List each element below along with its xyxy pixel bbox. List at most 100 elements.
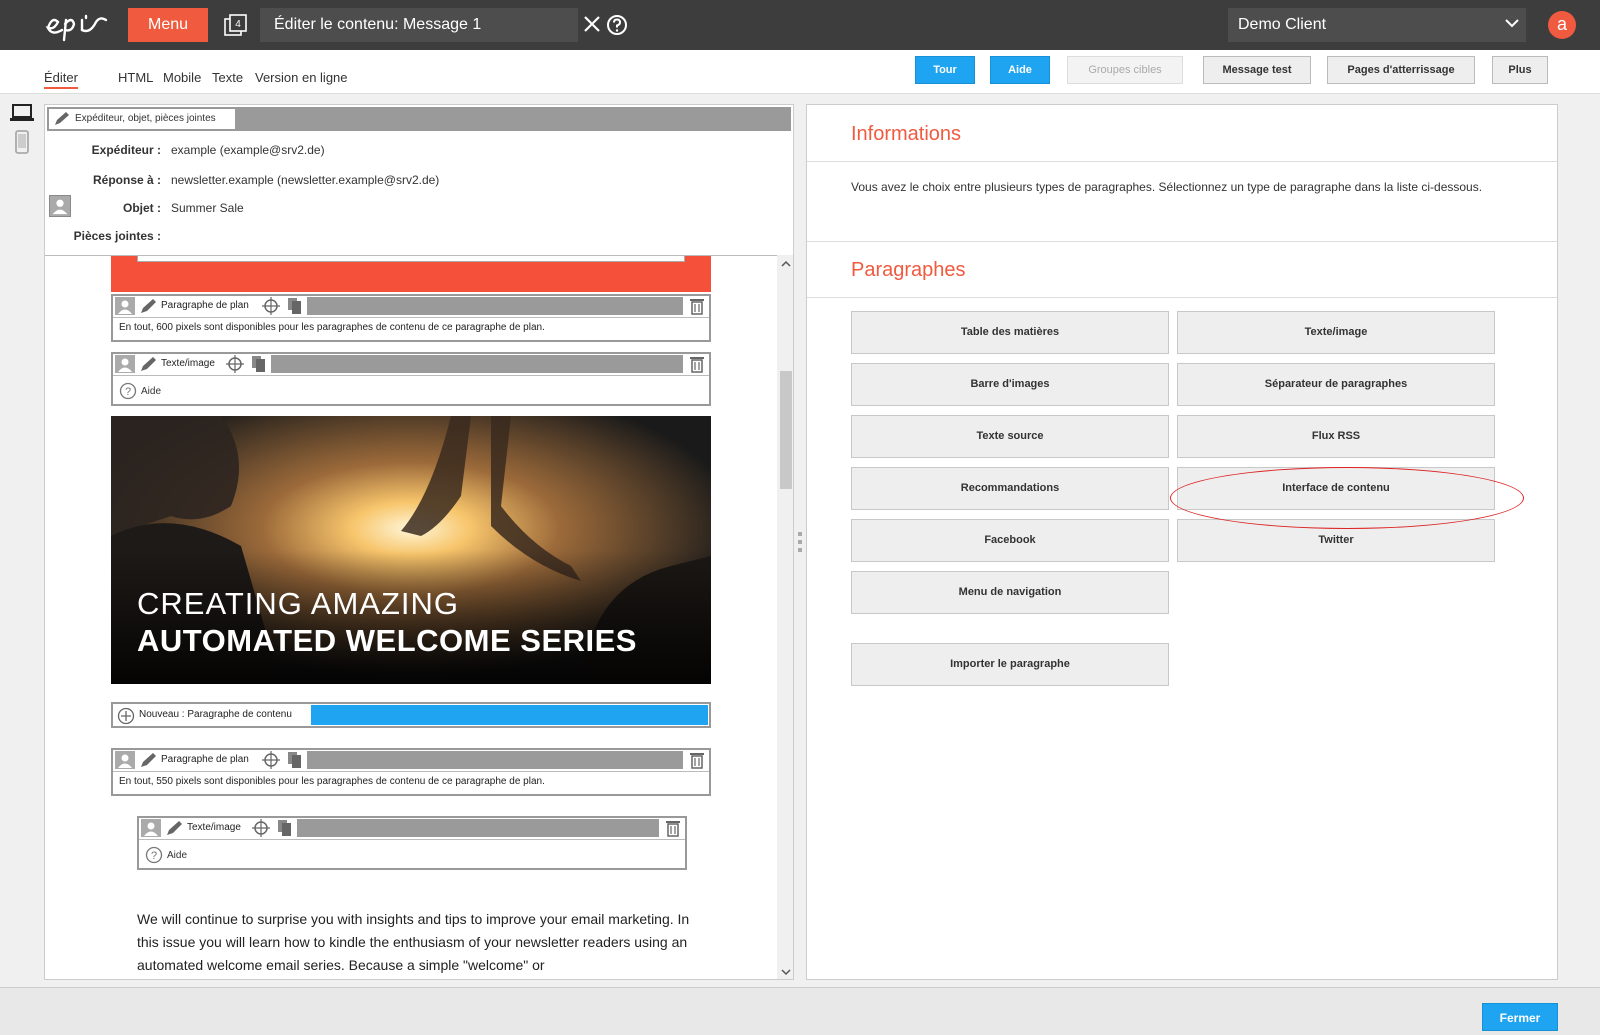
add-icon[interactable] [117,707,135,725]
help-label[interactable]: Aide [167,850,187,861]
panel-splitter-handle[interactable] [797,530,803,554]
new-content-paragraph-bar[interactable]: Nouveau : Paragraphe de contenu [111,702,711,728]
copy-icon[interactable] [285,297,305,315]
hero-headline-line2: AUTOMATED WELCOME SERIES [137,623,637,658]
person-icon[interactable] [115,751,135,769]
tab-editer[interactable]: Éditer [44,70,78,89]
desktop-icon[interactable] [10,104,34,122]
pencil-icon[interactable] [139,297,159,315]
tab-version-en-ligne[interactable]: Version en ligne [255,70,348,85]
trash-icon[interactable] [687,297,707,315]
epi-logo[interactable] [42,8,112,42]
tab-html[interactable]: HTML [118,70,153,85]
person-icon[interactable] [115,297,135,315]
plan-paragraph-bar: Paragraphe de plan [113,750,709,772]
window-stack-icon[interactable]: 4 [224,14,248,36]
copy-icon[interactable] [249,355,269,373]
svg-text:?: ? [125,386,131,398]
header-bar-fill [235,109,789,129]
plan-paragraph-info: En tout, 550 pixels sont disponibles pou… [119,776,545,787]
tab-toolbar-row: Éditer HTML Mobile Texte Version en lign… [0,50,1600,94]
mobile-icon[interactable] [14,130,30,154]
content-interface-button[interactable]: Interface de contenu [1177,467,1495,510]
help-icon[interactable]: ? [145,846,163,864]
facebook-button[interactable]: Facebook [851,519,1169,562]
text-image-label: Texte/image [161,358,215,369]
scroll-up-icon[interactable] [781,259,791,269]
import-paragraph-button[interactable]: Importer le paragraphe [851,643,1169,686]
source-text-button[interactable]: Texte source [851,415,1169,458]
trash-icon[interactable] [687,355,707,373]
image-bar-button[interactable]: Barre d'images [851,363,1169,406]
top-bar: Menu 4 Éditer le contenu: Message 1 Demo… [0,0,1600,50]
sender-value: example (example@srv2.de) [171,143,325,157]
recommendations-button[interactable]: Recommandations [851,467,1169,510]
menu-button[interactable]: Menu [128,8,208,42]
tab-mobile[interactable]: Mobile [163,70,201,85]
trash-icon[interactable] [663,819,683,837]
crosshair-icon[interactable] [261,751,281,769]
header-fields-bar[interactable]: Expéditeur, objet, pièces jointes [47,107,791,131]
message-test-button[interactable]: Message test [1203,56,1311,84]
text-image-label: Texte/image [187,822,241,833]
text-image-bar: Texte/image [113,354,709,376]
copy-icon[interactable] [275,819,295,837]
info-title: Informations [851,123,962,145]
aide-button[interactable]: Aide [990,56,1050,84]
table-of-contents-button[interactable]: Table des matières [851,311,1169,354]
person-icon[interactable] [49,195,71,217]
plan-paragraph-label: Paragraphe de plan [161,754,249,765]
pencil-icon[interactable] [165,819,185,837]
groupes-cibles-button[interactable]: Groupes cibles [1067,56,1183,84]
hero-headline-line1: CREATING AMAZING [137,586,460,621]
scroll-thumb[interactable] [780,371,792,489]
plan-paragraph-block[interactable]: Paragraphe de plan En tout, 600 pixels s… [111,294,711,342]
text-image-button[interactable]: Texte/image [1177,311,1495,354]
editor-scrollbar[interactable] [777,255,793,979]
text-image-block-2[interactable]: Texte/image ? Aide [137,816,687,870]
subject-value: Summer Sale [171,201,244,215]
text-image-block[interactable]: Texte/image ? Aide [111,352,711,406]
reply-to-label: Réponse à : [92,173,161,187]
reply-to-value: newsletter.example (newsletter.example@s… [171,173,440,187]
stack-count: 4 [235,19,241,30]
header-fields-label: Expéditeur, objet, pièces jointes [75,113,216,124]
navigation-menu-button[interactable]: Menu de navigation [851,571,1169,614]
editor-title: Éditer le contenu: Message 1 [260,8,578,42]
pencil-icon[interactable] [139,751,159,769]
pencil-icon[interactable] [139,355,159,373]
copy-icon[interactable] [285,751,305,769]
pages-atterrissage-button[interactable]: Pages d'atterrissage [1327,56,1475,84]
newsletter-body-text: We will continue to surprise you with in… [137,911,690,973]
chevron-down-icon[interactable] [1505,18,1519,28]
tour-button[interactable]: Tour [915,56,975,84]
plan-paragraph-bar: Paragraphe de plan [113,296,709,318]
help-icon[interactable] [606,14,628,36]
pencil-icon[interactable] [53,111,71,127]
paragraph-separator-button[interactable]: Séparateur de paragraphes [1177,363,1495,406]
crosshair-icon[interactable] [225,355,245,373]
crosshair-icon[interactable] [261,297,281,315]
plus-button[interactable]: Plus [1492,56,1548,84]
close-icon[interactable] [582,14,602,34]
paragraphs-title: Paragraphes [851,259,966,281]
rss-feed-button[interactable]: Flux RSS [1177,415,1495,458]
help-label[interactable]: Aide [141,386,161,397]
person-icon[interactable] [141,819,161,837]
plan-paragraph-info: En tout, 600 pixels sont disponibles pou… [119,322,545,333]
user-avatar[interactable]: a [1548,11,1576,39]
hero-image: CREATING AMAZING AUTOMATED WELCOME SERIE… [111,416,711,684]
svg-text:?: ? [151,850,157,862]
trash-icon[interactable] [687,751,707,769]
person-icon[interactable] [115,355,135,373]
twitter-button[interactable]: Twitter [1177,519,1495,562]
client-select[interactable]: Demo Client [1228,8,1526,42]
subject-label: Objet : [123,201,161,215]
help-icon[interactable]: ? [119,382,137,400]
plan-paragraph-block-2[interactable]: Paragraphe de plan En tout, 550 pixels s… [111,748,711,796]
footer-bar: Fermer [0,987,1600,1035]
scroll-down-icon[interactable] [781,967,791,977]
crosshair-icon[interactable] [251,819,271,837]
tab-texte[interactable]: Texte [212,70,243,85]
close-button[interactable]: Fermer [1482,1003,1558,1031]
